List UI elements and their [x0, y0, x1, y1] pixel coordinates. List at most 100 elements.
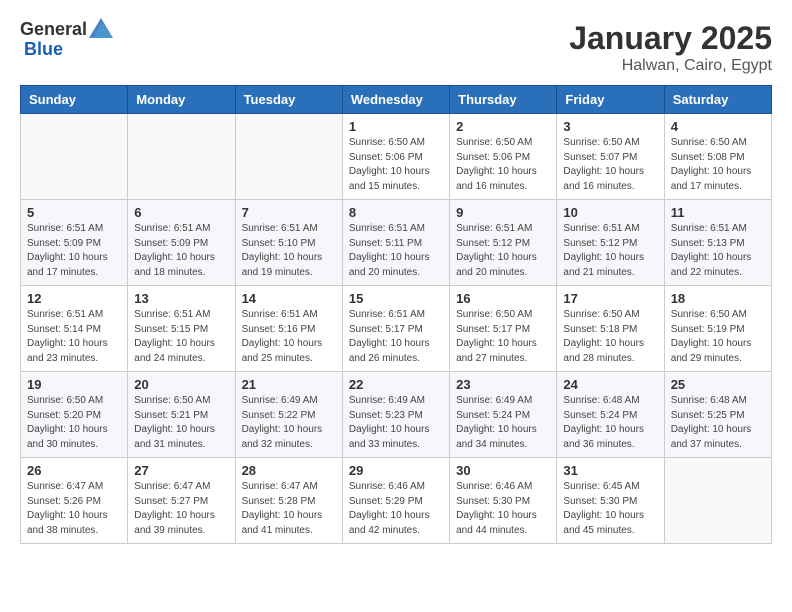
day-number: 8	[349, 205, 443, 220]
calendar-cell: 7Sunrise: 6:51 AMSunset: 5:10 PMDaylight…	[235, 200, 342, 286]
day-info: Sunrise: 6:49 AMSunset: 5:23 PMDaylight:…	[349, 394, 443, 452]
day-info: Sunrise: 6:51 AMSunset: 5:10 PMDaylight:…	[242, 222, 336, 280]
location-subtitle: Halwan, Cairo, Egypt	[569, 57, 772, 75]
calendar-cell: 21 Sunrise: 6:49 AMSunset: 5:22 PMDayligh…	[235, 372, 342, 458]
day-number: 30	[456, 463, 550, 478]
day-info: Sunrise: 6:51 AMSunset: 5:12 PMDaylight:…	[456, 222, 550, 280]
day-info: Sunrise: 6:49 AMSunset: 5:22 PMDaylight:…	[242, 394, 336, 452]
weekday-header-thursday: Thursday	[450, 86, 557, 114]
calendar-cell: 20Sunrise: 6:50 AMSunset: 5:21 PMDayligh…	[128, 372, 235, 458]
calendar-cell	[21, 114, 128, 200]
day-number: 2	[456, 119, 550, 134]
logo-text-blue: Blue	[24, 40, 63, 60]
week-row-4: 19Sunrise: 6:50 AMSunset: 5:20 PMDayligh…	[21, 372, 772, 458]
day-number: 12	[27, 291, 121, 306]
calendar-cell: 29 Sunrise: 6:46 AMSunset: 5:29 PMDayligh…	[342, 458, 449, 544]
day-number: 20	[134, 377, 228, 392]
calendar-cell	[128, 114, 235, 200]
month-title: January 2025	[569, 20, 772, 57]
day-number: 14	[242, 291, 336, 306]
calendar-cell: 3 Sunrise: 6:50 AMSunset: 5:07 PMDaylight…	[557, 114, 664, 200]
calendar-cell: 27 Sunrise: 6:47 AMSunset: 5:27 PMDayligh…	[128, 458, 235, 544]
day-number: 22	[349, 377, 443, 392]
calendar-cell: 26 Sunrise: 6:47 AMSunset: 5:26 PMDayligh…	[21, 458, 128, 544]
day-info: Sunrise: 6:47 AMSunset: 5:26 PMDaylight:…	[27, 480, 121, 538]
day-number: 27	[134, 463, 228, 478]
day-number: 23	[456, 377, 550, 392]
day-number: 5	[27, 205, 121, 220]
calendar-cell: 12 Sunrise: 6:51 AMSunset: 5:14 PMDayligh…	[21, 286, 128, 372]
day-number: 18	[671, 291, 765, 306]
day-info: Sunrise: 6:50 AMSunset: 5:06 PMDaylight:…	[349, 136, 443, 194]
calendar-cell: 13 Sunrise: 6:51 AMSunset: 5:15 PMDayligh…	[128, 286, 235, 372]
day-info: Sunrise: 6:50 AMSunset: 5:06 PMDaylight:…	[456, 136, 550, 194]
calendar-cell: 24 Sunrise: 6:48 AMSunset: 5:24 PMDayligh…	[557, 372, 664, 458]
week-row-5: 26 Sunrise: 6:47 AMSunset: 5:26 PMDayligh…	[21, 458, 772, 544]
calendar-cell: 14 Sunrise: 6:51 AMSunset: 5:16 PMDayligh…	[235, 286, 342, 372]
calendar-cell: 19Sunrise: 6:50 AMSunset: 5:20 PMDayligh…	[21, 372, 128, 458]
day-info: Sunrise: 6:51 AMSunset: 5:11 PMDaylight:…	[349, 222, 443, 280]
day-number: 11	[671, 205, 765, 220]
calendar-cell: 30 Sunrise: 6:46 AMSunset: 5:30 PMDayligh…	[450, 458, 557, 544]
day-info: Sunrise: 6:48 AMSunset: 5:24 PMDaylight:…	[563, 394, 657, 452]
day-number: 19	[27, 377, 121, 392]
weekday-header-row: SundayMondayTuesdayWednesdayThursdayFrid…	[21, 86, 772, 114]
day-info: Sunrise: 6:50 AMSunset: 5:07 PMDaylight:…	[563, 136, 657, 194]
day-info: Sunrise: 6:49 AMSunset: 5:24 PMDaylight:…	[456, 394, 550, 452]
day-info: Sunrise: 6:47 AMSunset: 5:27 PMDaylight:…	[134, 480, 228, 538]
weekday-header-sunday: Sunday	[21, 86, 128, 114]
day-info: Sunrise: 6:51 AMSunset: 5:16 PMDaylight:…	[242, 308, 336, 366]
day-number: 13	[134, 291, 228, 306]
day-info: Sunrise: 6:51 AMSunset: 5:09 PMDaylight:…	[27, 222, 121, 280]
weekday-header-tuesday: Tuesday	[235, 86, 342, 114]
calendar-cell: 5 Sunrise: 6:51 AMSunset: 5:09 PMDaylight…	[21, 200, 128, 286]
calendar-cell: 8 Sunrise: 6:51 AMSunset: 5:11 PMDaylight…	[342, 200, 449, 286]
calendar-cell: 9 Sunrise: 6:51 AMSunset: 5:12 PMDaylight…	[450, 200, 557, 286]
day-number: 29	[349, 463, 443, 478]
day-number: 9	[456, 205, 550, 220]
day-info: Sunrise: 6:51 AMSunset: 5:13 PMDaylight:…	[671, 222, 765, 280]
day-info: Sunrise: 6:51 AMSunset: 5:14 PMDaylight:…	[27, 308, 121, 366]
logo-icon	[89, 18, 113, 38]
calendar-cell: 31Sunrise: 6:45 AMSunset: 5:30 PMDayligh…	[557, 458, 664, 544]
calendar-cell: 25 Sunrise: 6:48 AMSunset: 5:25 PMDayligh…	[664, 372, 771, 458]
calendar-cell	[664, 458, 771, 544]
calendar-cell: 11 Sunrise: 6:51 AMSunset: 5:13 PMDayligh…	[664, 200, 771, 286]
logo-text-general: General	[20, 20, 87, 40]
day-number: 24	[563, 377, 657, 392]
calendar-cell: 18 Sunrise: 6:50 AMSunset: 5:19 PMDayligh…	[664, 286, 771, 372]
calendar-cell	[235, 114, 342, 200]
day-number: 21	[242, 377, 336, 392]
calendar-table: SundayMondayTuesdayWednesdayThursdayFrid…	[20, 85, 772, 544]
day-info: Sunrise: 6:51 AMSunset: 5:15 PMDaylight:…	[134, 308, 228, 366]
calendar-cell: 17Sunrise: 6:50 AMSunset: 5:18 PMDayligh…	[557, 286, 664, 372]
day-number: 26	[27, 463, 121, 478]
day-number: 16	[456, 291, 550, 306]
calendar-cell: 16 Sunrise: 6:50 AMSunset: 5:17 PMDayligh…	[450, 286, 557, 372]
title-area: January 2025 Halwan, Cairo, Egypt	[569, 20, 772, 75]
day-info: Sunrise: 6:50 AMSunset: 5:08 PMDaylight:…	[671, 136, 765, 194]
day-number: 28	[242, 463, 336, 478]
day-number: 4	[671, 119, 765, 134]
day-number: 6	[134, 205, 228, 220]
day-info: Sunrise: 6:51 AMSunset: 5:09 PMDaylight:…	[134, 222, 228, 280]
calendar-cell: 2 Sunrise: 6:50 AMSunset: 5:06 PMDaylight…	[450, 114, 557, 200]
day-info: Sunrise: 6:46 AMSunset: 5:30 PMDaylight:…	[456, 480, 550, 538]
week-row-1: 1 Sunrise: 6:50 AMSunset: 5:06 PMDaylight…	[21, 114, 772, 200]
day-number: 1	[349, 119, 443, 134]
page-header: General Blue January 2025 Halwan, Cairo,…	[20, 20, 772, 75]
day-info: Sunrise: 6:48 AMSunset: 5:25 PMDaylight:…	[671, 394, 765, 452]
day-number: 25	[671, 377, 765, 392]
weekday-header-monday: Monday	[128, 86, 235, 114]
calendar-cell: 22 Sunrise: 6:49 AMSunset: 5:23 PMDayligh…	[342, 372, 449, 458]
day-info: Sunrise: 6:47 AMSunset: 5:28 PMDaylight:…	[242, 480, 336, 538]
day-number: 17	[563, 291, 657, 306]
day-number: 3	[563, 119, 657, 134]
day-info: Sunrise: 6:50 AMSunset: 5:17 PMDaylight:…	[456, 308, 550, 366]
calendar-cell: 28 Sunrise: 6:47 AMSunset: 5:28 PMDayligh…	[235, 458, 342, 544]
day-number: 31	[563, 463, 657, 478]
weekday-header-wednesday: Wednesday	[342, 86, 449, 114]
day-info: Sunrise: 6:46 AMSunset: 5:29 PMDaylight:…	[349, 480, 443, 538]
day-info: Sunrise: 6:50 AMSunset: 5:19 PMDaylight:…	[671, 308, 765, 366]
day-number: 10	[563, 205, 657, 220]
